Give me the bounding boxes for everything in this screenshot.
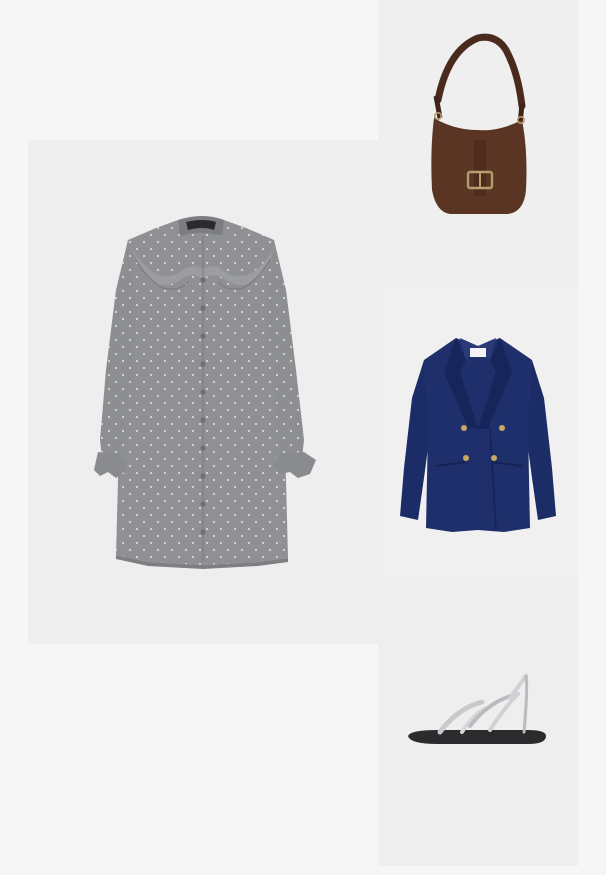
product-tile-bag[interactable] [378,0,578,288]
outfit-board: { "colors": { "page_background": "#f6f6f… [0,0,606,875]
product-tile-sandal[interactable] [378,576,578,866]
sandal-image [408,674,546,744]
product-tile-dress[interactable] [28,140,378,644]
bag-image [431,33,527,214]
product-tile-blazer[interactable] [378,288,578,576]
dress-image [94,216,316,569]
blazer-image [400,338,556,532]
